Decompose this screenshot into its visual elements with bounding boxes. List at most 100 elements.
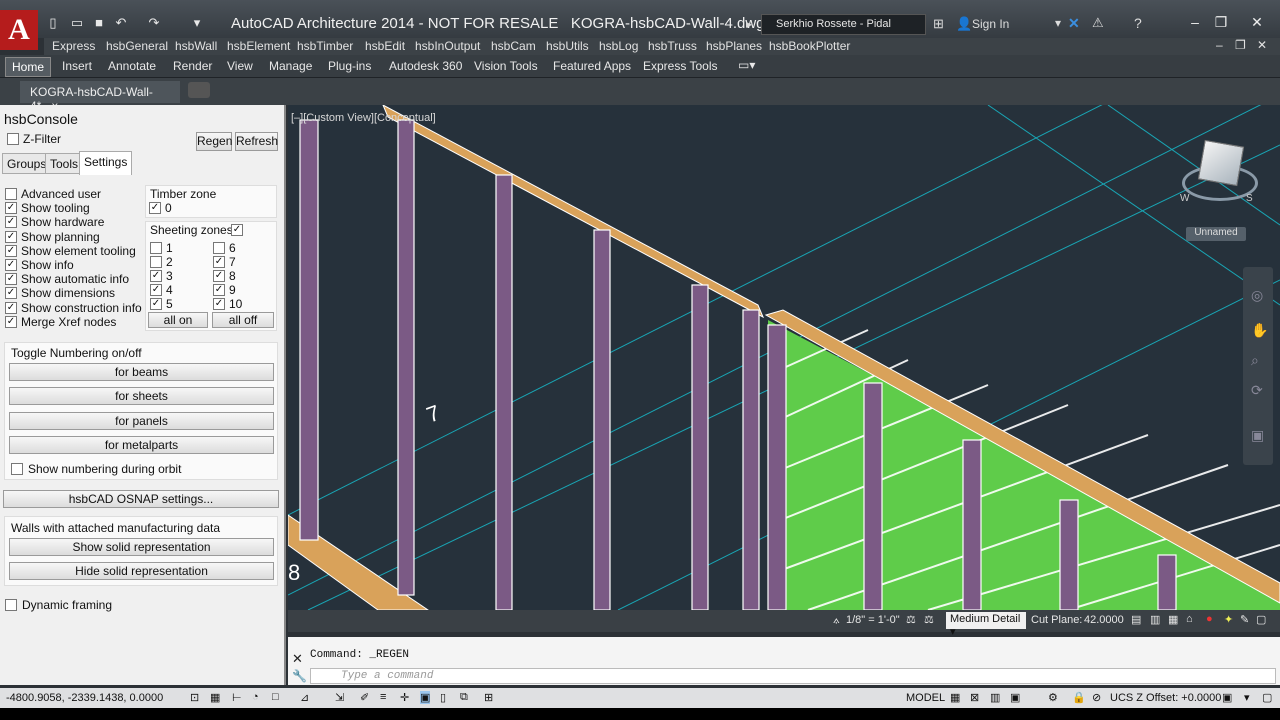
isolate-objects-icon[interactable]: ⊘	[1092, 691, 1101, 704]
maximize-icon[interactable]: ❐	[1210, 14, 1232, 32]
command-settings-icon[interactable]: 🔧	[292, 669, 307, 683]
snap-icon[interactable]: ⊡	[190, 691, 199, 704]
signin-dropdown-icon[interactable]: ▾	[1055, 16, 1061, 30]
all-off-button[interactable]: all off	[212, 312, 274, 328]
dyn-icon[interactable]: ✐	[360, 691, 369, 704]
pan-icon[interactable]: ✋	[1251, 322, 1268, 339]
model-button[interactable]: MODEL	[906, 692, 945, 704]
grid-icon[interactable]: ▦	[210, 691, 220, 704]
annotation-scale-icon[interactable]: ⟑	[833, 614, 840, 627]
quick-view-drawings-icon[interactable]: ▥	[990, 691, 1000, 704]
zone-checkbox[interactable]	[150, 242, 162, 254]
option-checkbox[interactable]	[5, 188, 17, 200]
tab-plugins[interactable]: Plug-ins	[328, 59, 371, 73]
tab-express-tools[interactable]: Express Tools	[643, 59, 717, 73]
menu-express[interactable]: Express	[52, 39, 95, 53]
annotation-scale[interactable]: 1/8" = 1'-0"	[846, 614, 900, 626]
detail-level-select[interactable]: Medium Detail ▾	[946, 612, 1026, 638]
zone-checkbox[interactable]: ✓	[150, 298, 162, 310]
menu-hsbinoutput[interactable]: hsbInOutput	[415, 39, 480, 53]
selection-filter-icon[interactable]: ⊞	[484, 691, 493, 704]
option-checkbox[interactable]: ✓	[5, 315, 17, 328]
selection-cycle-icon[interactable]: ▣	[420, 691, 431, 704]
option-checkbox[interactable]: ✓	[5, 244, 17, 257]
menu-hsbtruss[interactable]: hsbTruss	[648, 39, 697, 53]
tab-vision-tools[interactable]: Vision Tools	[474, 59, 538, 73]
ribbon-toggle-icon[interactable]: ▭▾	[738, 58, 755, 72]
doc-close-icon[interactable]: ✕	[1257, 38, 1267, 52]
menu-hsbcam[interactable]: hsbCam	[491, 39, 536, 53]
lock-icon[interactable]: 🔒	[1072, 691, 1086, 704]
new-icon[interactable]: ▯	[44, 15, 62, 31]
menu-hsbtimber[interactable]: hsbTimber	[297, 39, 353, 53]
drawing-viewport[interactable]: 7 8 [–][Custom View][Conceptual] W S Unn…	[288, 105, 1280, 610]
menu-hsbelement[interactable]: hsbElement	[227, 39, 290, 53]
home-icon[interactable]: ⌂	[1186, 613, 1193, 625]
tab-autodesk-360[interactable]: Autodesk 360	[389, 59, 462, 73]
osnap-icon[interactable]: □	[272, 691, 279, 703]
zone-checkbox[interactable]: ✓	[150, 284, 162, 296]
auto-scale-icon[interactable]: ⚖	[924, 613, 934, 626]
menu-hsbgeneral[interactable]: hsbGeneral	[106, 39, 168, 53]
tab-settings[interactable]: Settings	[79, 151, 133, 175]
zone-checkbox[interactable]: ✓	[213, 256, 225, 268]
regen-button[interactable]: Regen	[196, 132, 232, 151]
option-checkbox[interactable]: ✓	[5, 259, 17, 271]
clean-screen-icon[interactable]: ▢	[1262, 691, 1272, 704]
menu-hsbedit[interactable]: hsbEdit	[365, 39, 405, 53]
hide-solid-button[interactable]: Hide solid representation	[9, 562, 274, 580]
sheeting-zones-checkbox[interactable]: ✓	[231, 224, 243, 236]
numbering-orbit-checkbox[interactable]	[11, 463, 23, 475]
menu-hsbwall[interactable]: hsbWall	[175, 39, 217, 53]
option-checkbox[interactable]: ✓	[5, 202, 17, 215]
tab-manage[interactable]: Manage	[269, 59, 312, 73]
doc-minimize-icon[interactable]: –	[1216, 38, 1223, 52]
lightbulb-icon[interactable]: ✦	[1224, 613, 1233, 626]
surface-hatch-icon[interactable]: ▦	[1168, 613, 1178, 626]
tab-tools[interactable]: Tools	[45, 153, 84, 174]
document-tab[interactable]: KOGRA-hsbCAD-Wall-4*×	[20, 81, 180, 113]
tab-home[interactable]: Home	[5, 57, 52, 77]
option-checkbox[interactable]: ✓	[5, 273, 17, 286]
autocad-logo[interactable]: A	[0, 10, 38, 50]
menu-hsbutils[interactable]: hsbUtils	[546, 39, 589, 53]
option-checkbox[interactable]: ✓	[5, 230, 17, 243]
polar-icon[interactable]: ◔	[252, 691, 259, 703]
for-beams-button[interactable]: for beams	[9, 363, 274, 381]
close-icon[interactable]: ✕	[1246, 14, 1268, 32]
search-box[interactable]: Serkhio Rossete - Pidal	[761, 14, 926, 35]
tab-insert[interactable]: Insert	[62, 59, 92, 73]
annotation-visibility-icon[interactable]: ⚖	[906, 613, 916, 626]
cut-plane-value[interactable]: 42.0000	[1084, 614, 1124, 626]
open-icon[interactable]: ▭	[68, 15, 86, 31]
menu-hsbbookplotter[interactable]: hsbBookPlotter	[769, 39, 850, 53]
fullscreen-icon[interactable]: ▢	[1256, 613, 1266, 626]
redo-icon[interactable]: ↷	[145, 15, 163, 31]
zone-checkbox[interactable]: ✓	[213, 298, 225, 310]
osnap-settings-button[interactable]: hsbCAD OSNAP settings...	[3, 490, 279, 508]
undo-icon[interactable]: ↶	[112, 15, 130, 31]
save-icon[interactable]: ■	[90, 15, 108, 31]
lineweight-icon[interactable]: ≡	[380, 691, 386, 703]
command-input[interactable]: Type a command	[310, 668, 1276, 684]
zone-checkbox[interactable]: ✓	[150, 270, 162, 282]
new-tab-button[interactable]	[188, 82, 210, 98]
ortho-icon[interactable]: ⊢	[232, 691, 242, 704]
stay-connected-icon[interactable]: ⚠	[1092, 15, 1104, 31]
layout-icon[interactable]: ▦	[950, 691, 960, 704]
zone-checkbox[interactable]	[213, 242, 225, 254]
quick-access-dropdown-icon[interactable]: ▾	[188, 15, 206, 31]
show-solid-button[interactable]: Show solid representation	[9, 538, 274, 556]
status-menu-icon[interactable]: ▾	[1244, 691, 1250, 704]
coordinates-readout[interactable]: -4800.9058, -2339.1438, 0.0000	[6, 692, 163, 704]
isolate-icon[interactable]: ●	[1206, 613, 1213, 625]
annomonitor-icon[interactable]: ⧉	[460, 691, 468, 704]
tab-annotate[interactable]: Annotate	[108, 59, 156, 73]
tab-render[interactable]: Render	[173, 59, 212, 73]
menu-hsblog[interactable]: hsbLog	[599, 39, 638, 53]
display-config-icon[interactable]: ▥	[1150, 613, 1160, 626]
tab-groups[interactable]: Groups	[2, 153, 52, 174]
quick-view-icon[interactable]: ⊠	[970, 691, 979, 704]
search-dropdown-icon[interactable]: ▸	[746, 17, 752, 31]
command-close-icon[interactable]: ✕	[292, 651, 303, 667]
